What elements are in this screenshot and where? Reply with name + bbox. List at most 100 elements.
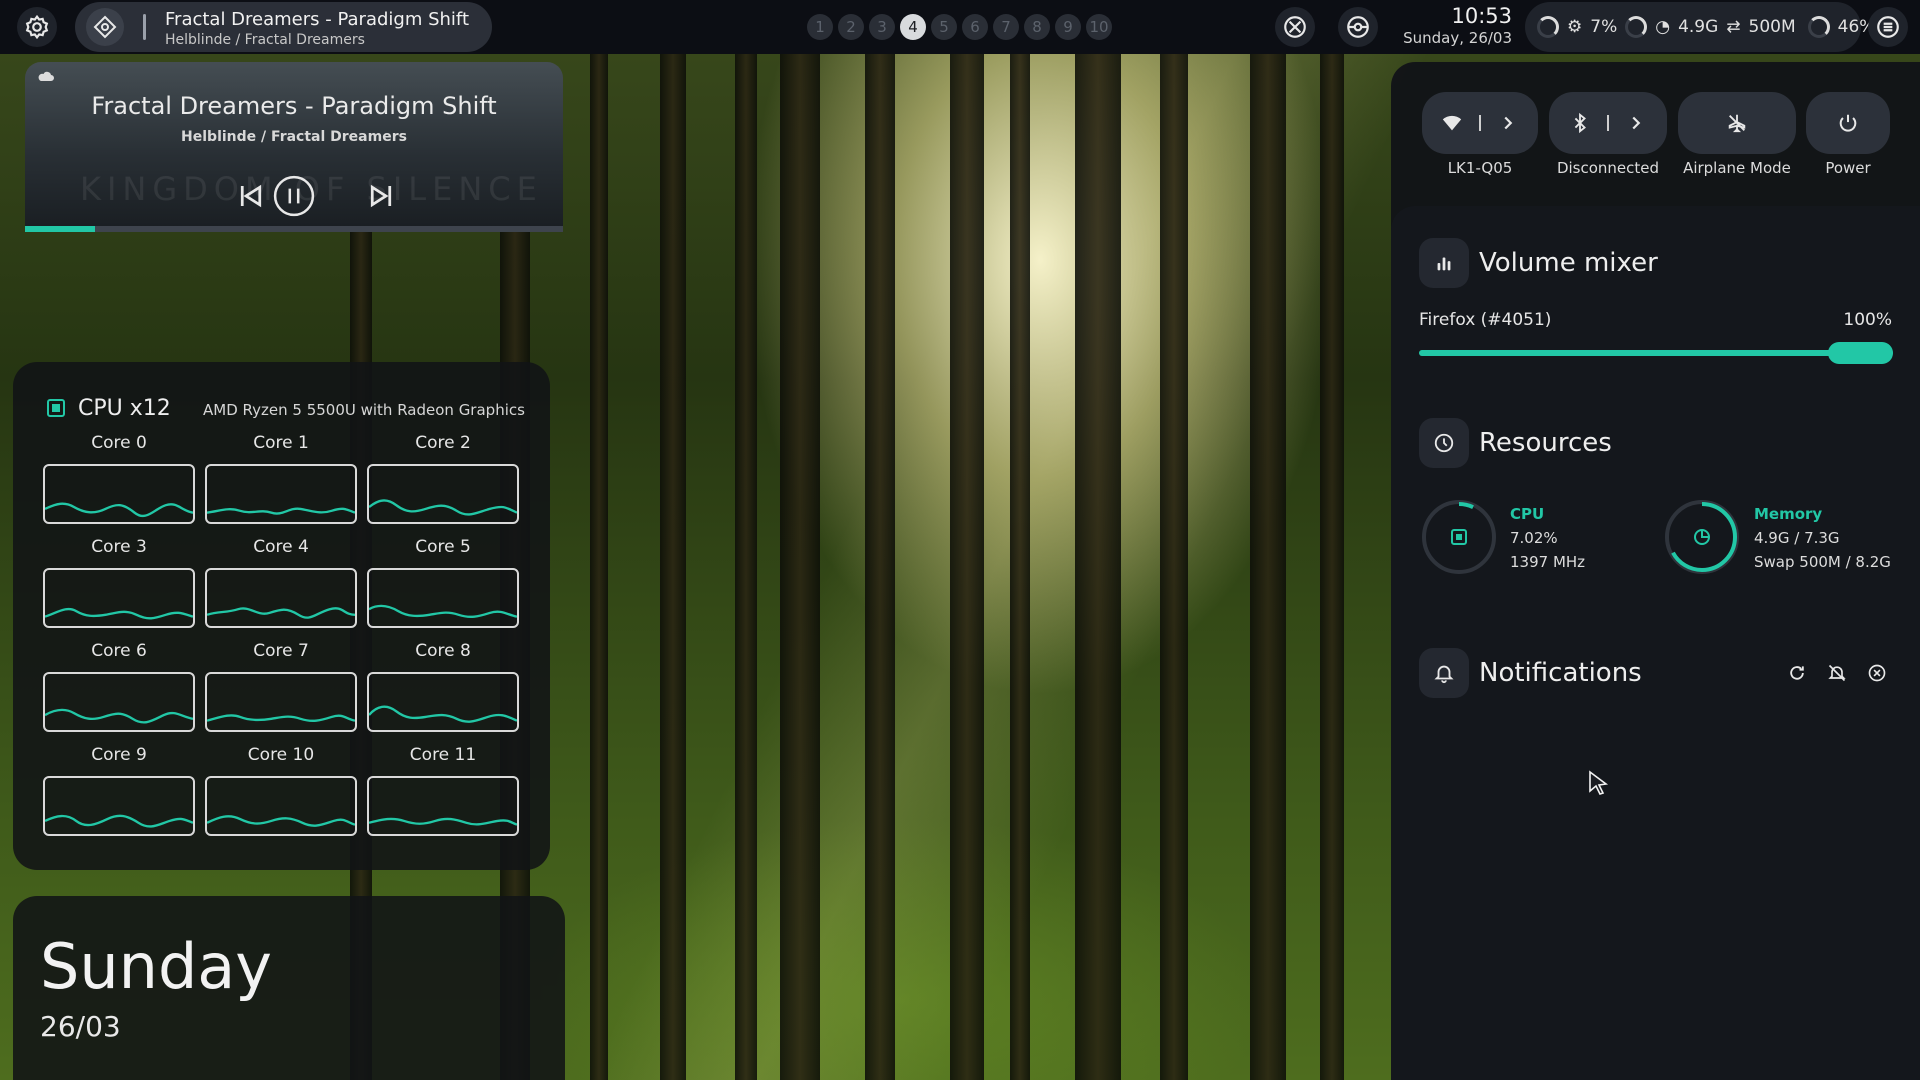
core-graph-6: Core 6 bbox=[43, 640, 195, 732]
cpu-chip-icon bbox=[1451, 529, 1467, 545]
memory-pie-icon bbox=[1694, 529, 1710, 545]
core-graph-5: Core 5 bbox=[367, 536, 519, 628]
cpu-model: AMD Ryzen 5 5500U with Radeon Graphics bbox=[203, 401, 525, 419]
workspace-6[interactable]: 6 bbox=[962, 14, 988, 40]
workspace-8[interactable]: 8 bbox=[1024, 14, 1050, 40]
toggle-separator bbox=[1607, 115, 1609, 131]
core-usage-graph bbox=[205, 464, 357, 524]
core-usage-graph bbox=[43, 568, 195, 628]
previous-track-icon[interactable] bbox=[229, 174, 273, 218]
resource-cpu-usage: 7.02% bbox=[1510, 529, 1558, 547]
core-graph-0: Core 0 bbox=[43, 432, 195, 524]
core-graph-4: Core 4 bbox=[205, 536, 357, 628]
next-track-icon[interactable] bbox=[359, 174, 403, 218]
media-progress-bar[interactable] bbox=[25, 226, 563, 232]
workspace-9[interactable]: 9 bbox=[1055, 14, 1081, 40]
core-usage-graph bbox=[367, 672, 519, 732]
media-title: Fractal Dreamers - Paradigm Shift bbox=[91, 92, 497, 120]
volume-slider-fill bbox=[1419, 350, 1893, 356]
core-usage-graph bbox=[43, 776, 195, 836]
airplane-mode-toggle[interactable] bbox=[1678, 92, 1796, 154]
workspace-2[interactable]: 2 bbox=[838, 14, 864, 40]
core-label: Core 6 bbox=[91, 641, 147, 661]
swap-value: 500M bbox=[1748, 17, 1796, 37]
media-pill-subtitle: Helblinde / Fractal Dreamers bbox=[165, 32, 365, 48]
workspace-1[interactable]: 1 bbox=[807, 14, 833, 40]
resources-title: Resources bbox=[1479, 428, 1612, 458]
workspace-3[interactable]: 3 bbox=[869, 14, 895, 40]
core-usage-graph bbox=[43, 464, 195, 524]
power-label: Power bbox=[1825, 159, 1871, 177]
mixer-app-name: Firefox (#4051) bbox=[1419, 310, 1552, 330]
date-widget: Sunday 26/03 bbox=[13, 896, 565, 1080]
refresh-icon[interactable] bbox=[1785, 661, 1809, 685]
chevron-right-icon[interactable] bbox=[1625, 112, 1647, 134]
gamepad-icon[interactable] bbox=[1275, 7, 1315, 47]
workspace-4[interactable]: 4 bbox=[900, 14, 926, 40]
battery-ring-icon bbox=[1807, 16, 1830, 38]
bell-icon bbox=[1419, 648, 1469, 698]
date-widget-date: 26/03 bbox=[40, 1010, 121, 1043]
cpu-percent: 7% bbox=[1590, 17, 1618, 37]
bluetooth-toggle[interactable] bbox=[1549, 92, 1667, 154]
core-usage-graph bbox=[367, 568, 519, 628]
core-usage-graph bbox=[43, 672, 195, 732]
bell-off-icon[interactable] bbox=[1825, 661, 1849, 685]
swap-arrow-icon: ⇄ bbox=[1726, 17, 1741, 37]
pause-icon[interactable] bbox=[272, 174, 316, 218]
memory-icon: ◔ bbox=[1655, 17, 1671, 37]
resource-swap-usage: Swap 500M / 8.2G bbox=[1754, 553, 1891, 571]
media-progress-fill bbox=[25, 226, 95, 232]
core-label: Core 5 bbox=[415, 537, 471, 557]
cpu-widget: CPU x12 AMD Ryzen 5 5500U with Radeon Gr… bbox=[13, 362, 550, 870]
wifi-label: LK1-Q05 bbox=[1447, 159, 1513, 177]
core-label: Core 7 bbox=[253, 641, 309, 661]
power-button[interactable] bbox=[1806, 92, 1890, 154]
music-note-icon bbox=[86, 8, 124, 46]
pill-separator bbox=[143, 14, 146, 40]
core-graph-11: Core 11 bbox=[367, 744, 519, 836]
menu-icon[interactable] bbox=[1868, 7, 1908, 47]
media-player-widget: KINGDOM OF SILENCE Fractal Dreamers - Pa… bbox=[25, 62, 563, 232]
bluetooth-label: Disconnected bbox=[1556, 159, 1660, 177]
wifi-icon bbox=[1442, 115, 1462, 131]
workspace-5[interactable]: 5 bbox=[931, 14, 957, 40]
volume-mixer-icon bbox=[1419, 238, 1469, 288]
steering-icon[interactable] bbox=[1338, 7, 1378, 47]
media-pill[interactable]: Fractal Dreamers - Paradigm Shift Helbli… bbox=[75, 2, 492, 52]
volume-mixer-title: Volume mixer bbox=[1479, 248, 1658, 278]
core-label: Core 0 bbox=[91, 433, 147, 453]
core-graph-2: Core 2 bbox=[367, 432, 519, 524]
notifications-title: Notifications bbox=[1479, 658, 1642, 688]
airplane-off-icon bbox=[1728, 114, 1746, 133]
core-label: Core 9 bbox=[91, 745, 147, 765]
core-graph-1: Core 1 bbox=[205, 432, 357, 524]
core-label: Core 4 bbox=[253, 537, 309, 557]
clock-time: 10:53 bbox=[1451, 4, 1512, 28]
volume-slider-handle[interactable] bbox=[1828, 342, 1893, 364]
core-label: Core 11 bbox=[409, 745, 477, 765]
control-center-panel bbox=[1391, 206, 1920, 1080]
workspace-10[interactable]: 10 bbox=[1086, 14, 1112, 40]
clock[interactable]: 10:53 Sunday, 26/03 bbox=[1380, 3, 1512, 47]
core-graph-10: Core 10 bbox=[205, 744, 357, 836]
core-label: Core 1 bbox=[253, 433, 309, 453]
volume-slider[interactable] bbox=[1419, 350, 1893, 356]
top-bar: Fractal Dreamers - Paradigm Shift Helbli… bbox=[0, 0, 1920, 54]
core-usage-graph bbox=[205, 672, 357, 732]
core-graph-9: Core 9 bbox=[43, 744, 195, 836]
core-graph-7: Core 7 bbox=[205, 640, 357, 732]
wifi-toggle[interactable] bbox=[1422, 92, 1538, 154]
settings-gear-icon[interactable] bbox=[17, 7, 57, 47]
clear-all-icon[interactable] bbox=[1865, 661, 1889, 685]
system-stats-pill[interactable]: ⚙ 7% ◔ 4.9G ⇄ 500M 46% bbox=[1525, 2, 1875, 52]
workspace-7[interactable]: 7 bbox=[993, 14, 1019, 40]
chevron-right-icon[interactable] bbox=[1497, 112, 1519, 134]
airplane-mode-label: Airplane Mode bbox=[1683, 159, 1791, 177]
toggle-separator bbox=[1479, 115, 1481, 131]
clock-date: Sunday, 26/03 bbox=[1403, 29, 1512, 47]
core-usage-graph bbox=[205, 776, 357, 836]
workspace-switcher: 1 2 3 4 5 6 7 8 9 10 bbox=[807, 14, 1112, 40]
core-usage-graph bbox=[367, 464, 519, 524]
core-graph-3: Core 3 bbox=[43, 536, 195, 628]
